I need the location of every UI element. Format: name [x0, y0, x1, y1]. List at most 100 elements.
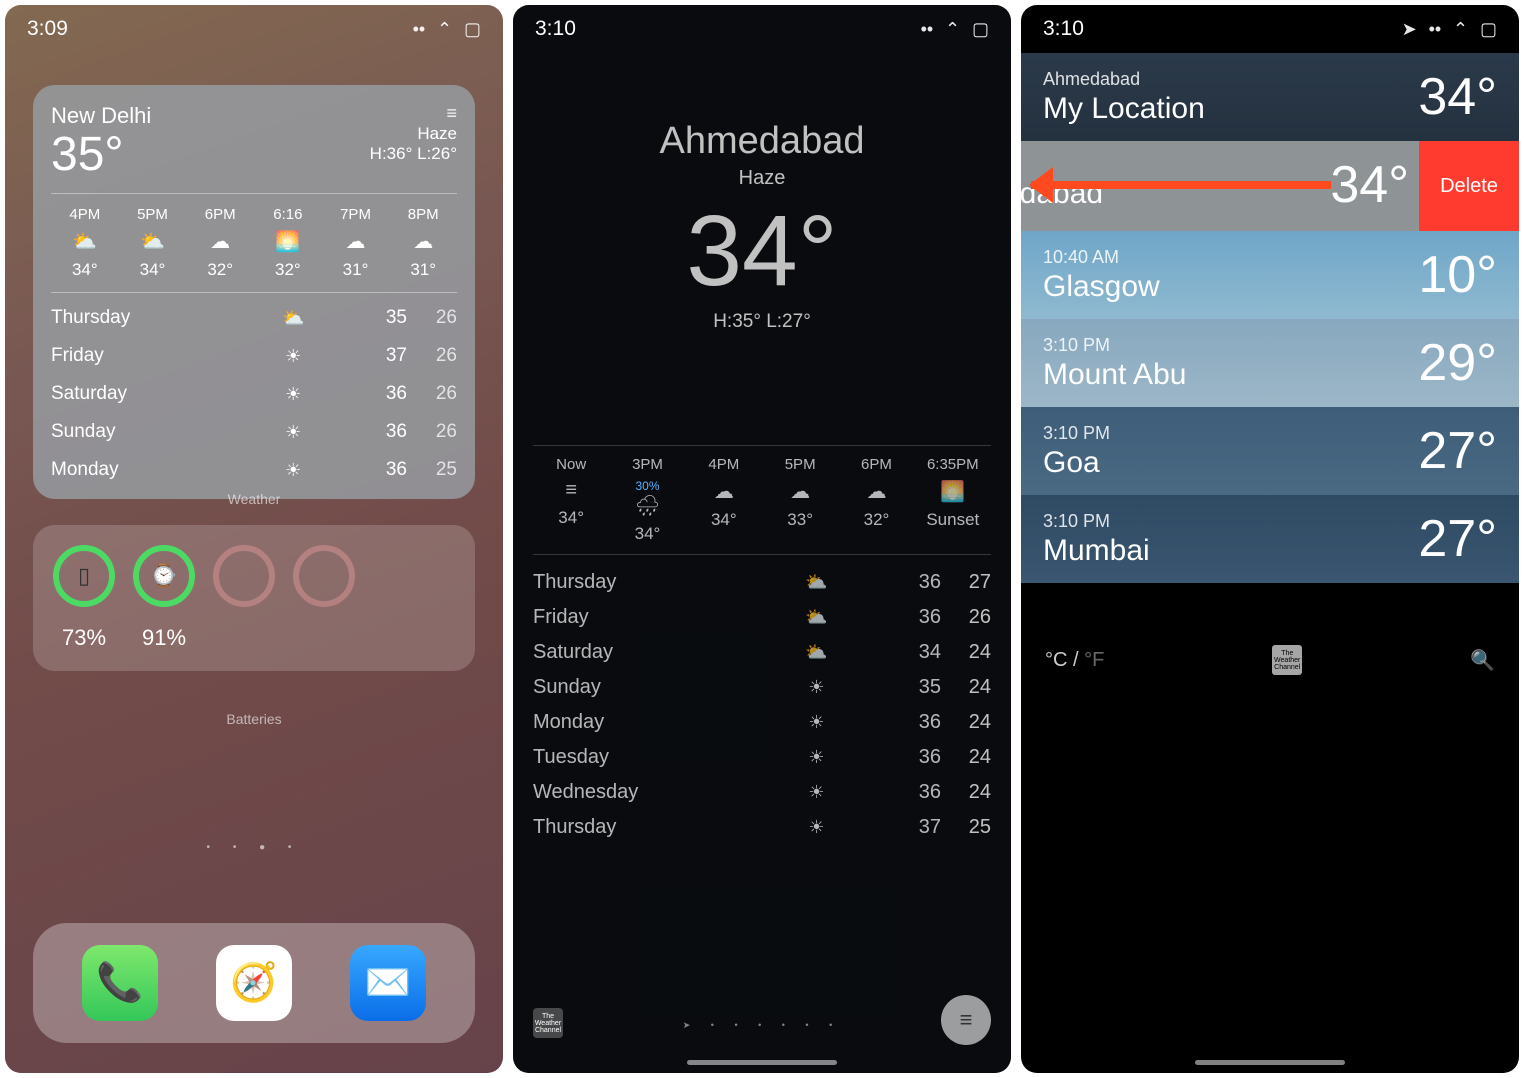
day-low: 24	[941, 676, 991, 699]
hourly-temp: 34°	[609, 524, 685, 544]
day-high: 37	[357, 345, 407, 367]
condition: Haze	[513, 167, 1011, 190]
day-low: 26	[407, 345, 457, 367]
city-name: Glasgow	[1043, 270, 1160, 304]
hourly-temp: 32°	[186, 260, 254, 280]
widget-hourly: 4PM ⛅ 34° 5PM ⛅ 34° 6PM ☁︎ 32° 6:16 🌅 32…	[51, 193, 457, 293]
unit-sep: /	[1067, 649, 1084, 671]
day-high: 36	[891, 781, 941, 804]
daily-forecast[interactable]: Thursday ⛅ 36 27 Friday ⛅ 36 26 Saturday…	[533, 565, 991, 845]
home-indicator[interactable]	[1195, 1060, 1345, 1065]
day-high: 36	[891, 571, 941, 594]
city-row[interactable]: 3:10 PM Mumbai 27°	[1021, 495, 1519, 583]
search-button[interactable]: 🔍	[1470, 648, 1495, 673]
city-time: 10:40 AM	[1043, 247, 1160, 268]
hourly-temp: 33°	[762, 510, 838, 530]
hourly-cell: 3PM 30% 🌧 34°	[609, 456, 685, 544]
battery-ring-empty2	[293, 545, 355, 607]
weather-icon: ☀︎	[230, 460, 358, 481]
hourly-time: Now	[533, 456, 609, 473]
hourly-forecast[interactable]: Now ≡ 34° 3PM 30% 🌧 34° 4PM ☁︎ 34° 5PM ☁…	[533, 445, 991, 555]
hourly-cell: 8PM ☁︎ 31°	[389, 206, 457, 280]
hourly-temp: 32°	[254, 260, 322, 280]
city-time: 3:10 PM	[1043, 511, 1150, 532]
battery-pct-phone: 73%	[53, 625, 115, 651]
day-low: 26	[407, 383, 457, 405]
city-page-dots[interactable]: ➤ • • • • • •	[513, 1020, 1011, 1031]
hourly-time: 6:16	[254, 206, 322, 223]
status-time: 3:10	[1043, 17, 1084, 41]
mail-app-icon[interactable]: ✉️	[350, 945, 426, 1021]
city-row[interactable]: 10:40 AM Glasgow 10°	[1021, 231, 1519, 319]
battery-pct-watch: 91%	[133, 625, 195, 651]
day-name: Monday	[51, 459, 230, 481]
battery-icon: ▢	[464, 19, 481, 39]
safari-app-icon[interactable]: 🧭	[216, 945, 292, 1021]
city-temp: 27°	[1418, 509, 1497, 569]
daily-row: Thursday ⛅ 35 26	[51, 299, 457, 337]
battery-icon: ▢	[1480, 19, 1497, 39]
weather-icon: ☀︎	[230, 346, 358, 367]
hourly-time: 6PM	[838, 456, 914, 473]
city-row-swiped[interactable]: edabad 34° Delete	[1021, 141, 1519, 231]
city-time: 3:10 PM	[1043, 423, 1110, 444]
status-time: 3:10	[535, 17, 576, 41]
battery-icon: ▢	[972, 19, 989, 39]
weather-icon: ☀︎	[742, 677, 891, 698]
widget-daily: Thursday ⛅ 35 26 Friday ☀︎ 37 26 Saturda…	[51, 299, 457, 489]
daily-row: Thursday ⛅ 36 27	[533, 565, 991, 600]
day-name: Thursday	[533, 816, 742, 839]
hourly-temp: Sunset	[915, 510, 991, 530]
dock: 📞 🧭 ✉️	[33, 923, 475, 1043]
hourly-time: 8PM	[389, 206, 457, 223]
myloc-title: My Location	[1043, 92, 1205, 126]
day-low: 24	[941, 641, 991, 664]
screen-weather-detail: 3:10 •• ⌃ ▢ Ahmedabad Haze 34° H:35° L:2…	[513, 5, 1011, 1073]
status-bar: 3:10 •• ⌃ ▢	[535, 17, 989, 41]
day-low: 24	[941, 711, 991, 734]
weather-icon: ☀︎	[742, 782, 891, 803]
hourly-cell: 5PM ☁︎ 33°	[762, 456, 838, 544]
weather-icon: 🌧	[609, 493, 685, 518]
daily-row: Sunday ☀︎ 36 26	[51, 413, 457, 451]
hourly-temp: 31°	[322, 260, 390, 280]
weather-icon: ☁︎	[686, 479, 762, 504]
weather-channel-icon[interactable]: The Weather Channel	[1272, 645, 1302, 675]
hourly-time: 5PM	[119, 206, 187, 223]
city-name: Mount Abu	[1043, 358, 1186, 392]
weather-icon: ☀︎	[230, 422, 358, 443]
hourly-time: 6:35PM	[915, 456, 991, 473]
weather-icon: ⛅	[742, 607, 891, 628]
city-list-button[interactable]: ≡	[941, 995, 991, 1045]
batteries-label: Batteries	[5, 711, 503, 727]
day-name: Saturday	[51, 383, 230, 405]
unit-toggle[interactable]: °C / °F	[1045, 649, 1104, 672]
delete-button[interactable]: Delete	[1419, 141, 1519, 231]
weather-widget[interactable]: New Delhi 35° ≡ Haze H:36° L:26° 4PM ⛅ 3…	[33, 85, 475, 499]
status-time: 3:09	[27, 17, 68, 41]
signal-icon: ••	[921, 19, 934, 39]
daily-row: Tuesday ☀︎ 36 24	[533, 740, 991, 775]
haze-icon: ≡	[370, 103, 457, 124]
day-high: 36	[891, 606, 941, 629]
day-name: Sunday	[51, 421, 230, 443]
page-dots[interactable]: • • ● •	[5, 842, 503, 853]
hourly-temp: 31°	[389, 260, 457, 280]
city-row[interactable]: 3:10 PM Mount Abu 29°	[1021, 319, 1519, 407]
phone-app-icon[interactable]: 📞	[82, 945, 158, 1021]
status-bar: 3:10 ➤ •• ⌃ ▢	[1043, 17, 1497, 41]
day-name: Thursday	[51, 307, 230, 329]
day-low: 26	[941, 606, 991, 629]
day-name: Friday	[51, 345, 230, 367]
city-row[interactable]: 3:10 PM Goa 27°	[1021, 407, 1519, 495]
day-high: 36	[357, 459, 407, 481]
city-name: Mumbai	[1043, 534, 1150, 568]
city-row-my-location[interactable]: Ahmedabad My Location 34°	[1021, 53, 1519, 141]
hourly-cell: 4PM ☁︎ 34°	[686, 456, 762, 544]
batteries-widget[interactable]: ▯ ⌚ 73% 91%	[33, 525, 475, 671]
day-low: 26	[407, 421, 457, 443]
weather-icon: ≡	[533, 479, 609, 502]
home-indicator[interactable]	[687, 1060, 837, 1065]
widget-temp: 35°	[51, 131, 151, 179]
battery-ring-phone: ▯	[53, 545, 115, 607]
